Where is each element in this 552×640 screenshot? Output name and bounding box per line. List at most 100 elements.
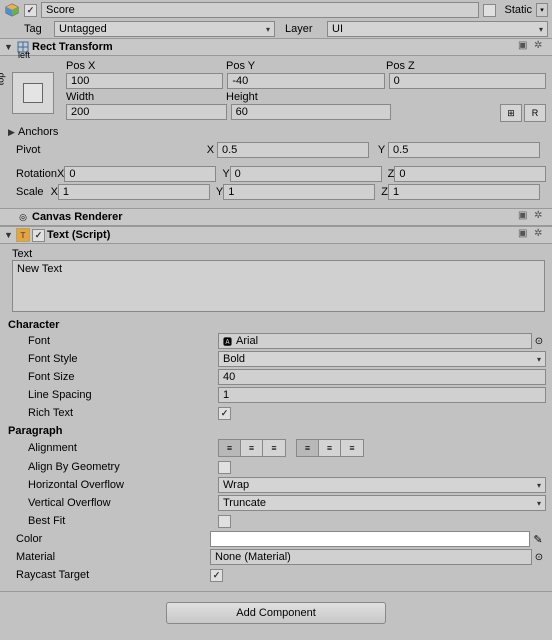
align-by-geo-checkbox[interactable] xyxy=(218,461,231,474)
pivot-label: Pivot xyxy=(8,144,204,156)
text-field-label: Text xyxy=(8,248,546,260)
tag-label: Tag xyxy=(24,23,50,35)
raycast-checkbox[interactable] xyxy=(210,569,223,582)
text-component-body: Text Character Font 🅰Arial ⊙ Font Style … xyxy=(0,244,552,591)
rich-text-label: Rich Text xyxy=(8,407,218,419)
anchors-label: Anchors xyxy=(18,126,58,138)
pivot-y-field[interactable] xyxy=(388,142,540,158)
h-overflow-label: Horizontal Overflow xyxy=(8,479,218,491)
posz-field[interactable] xyxy=(389,73,546,89)
material-field[interactable]: None (Material) xyxy=(210,549,532,565)
align-by-geo-label: Align By Geometry xyxy=(8,461,218,473)
inspector-panel: Static ▾ Tag Untagged Layer UI ▼ Rect Tr… xyxy=(0,0,552,640)
align-right-button[interactable]: ≡ xyxy=(263,440,285,456)
text-component-header[interactable]: ▼ T Text (Script) ▣ ✲ xyxy=(0,226,552,244)
character-section: Character xyxy=(8,319,546,331)
v-overflow-label: Vertical Overflow xyxy=(8,497,218,509)
eyedropper-icon[interactable]: ✎ xyxy=(530,533,546,546)
font-size-field[interactable] xyxy=(218,369,546,385)
pivot-x-field[interactable] xyxy=(217,142,369,158)
blueprint-button[interactable]: ⊞ xyxy=(500,104,522,122)
rect-transform-title: Rect Transform xyxy=(32,41,516,53)
posx-field[interactable] xyxy=(66,73,223,89)
scl-z-field[interactable] xyxy=(388,184,540,200)
anchor-preset-button[interactable]: left top xyxy=(8,60,58,124)
gameobject-active-checkbox[interactable] xyxy=(24,4,37,17)
vertical-alignment-group: ≡ ≡ ≡ xyxy=(296,439,364,457)
static-checkbox[interactable] xyxy=(483,4,496,17)
scl-y-field[interactable] xyxy=(223,184,375,200)
text-component-title: Text (Script) xyxy=(47,229,516,241)
help-icon[interactable]: ▣ xyxy=(518,210,532,224)
posz-label: Pos Z xyxy=(386,60,546,72)
add-component-row: Add Component xyxy=(0,591,552,640)
help-icon[interactable]: ▣ xyxy=(518,40,532,54)
rich-text-checkbox[interactable] xyxy=(218,407,231,420)
raw-button[interactable]: R xyxy=(524,104,546,122)
line-spacing-field[interactable] xyxy=(218,387,546,403)
posy-label: Pos Y xyxy=(226,60,386,72)
help-icon[interactable]: ▣ xyxy=(518,228,532,242)
rotation-label: Rotation xyxy=(8,168,57,180)
best-fit-label: Best Fit xyxy=(8,515,218,527)
static-label: Static xyxy=(504,4,532,16)
material-label: Material xyxy=(8,551,210,563)
font-style-dropdown[interactable]: Bold xyxy=(218,351,546,367)
align-middle-button[interactable]: ≡ xyxy=(319,440,341,456)
text-component-icon: T xyxy=(16,228,30,242)
layer-label: Layer xyxy=(285,23,323,35)
alignment-label: Alignment xyxy=(8,442,218,454)
foldout-icon[interactable]: ▼ xyxy=(4,42,14,52)
color-label: Color xyxy=(8,533,210,545)
h-overflow-dropdown[interactable]: Wrap xyxy=(218,477,546,493)
align-bottom-button[interactable]: ≡ xyxy=(341,440,363,456)
paragraph-section: Paragraph xyxy=(8,425,546,437)
foldout-icon[interactable]: ▼ xyxy=(4,230,14,240)
height-label: Height xyxy=(226,91,386,103)
height-field[interactable] xyxy=(231,104,392,120)
width-field[interactable] xyxy=(66,104,227,120)
rot-x-field[interactable] xyxy=(64,166,216,182)
canvas-renderer-title: Canvas Renderer xyxy=(32,211,516,223)
posx-label: Pos X xyxy=(66,60,226,72)
static-dropdown-arrow[interactable]: ▾ xyxy=(536,3,548,17)
gameobject-icon xyxy=(4,2,20,18)
gameobject-name-field[interactable] xyxy=(41,2,479,18)
font-field[interactable]: 🅰Arial xyxy=(218,333,532,349)
anchor-top-label: top xyxy=(0,73,5,86)
horizontal-alignment-group: ≡ ≡ ≡ xyxy=(218,439,286,457)
color-field[interactable] xyxy=(210,531,530,547)
scale-label: Scale xyxy=(8,186,51,198)
tag-layer-row: Tag Untagged Layer UI xyxy=(0,20,552,38)
posy-field[interactable] xyxy=(227,73,384,89)
rect-transform-header[interactable]: ▼ Rect Transform ▣ ✲ xyxy=(0,38,552,56)
anchor-left-label: left xyxy=(18,50,30,60)
align-top-button[interactable]: ≡ xyxy=(297,440,319,456)
rot-z-field[interactable] xyxy=(394,166,546,182)
align-center-button[interactable]: ≡ xyxy=(241,440,263,456)
gear-icon[interactable]: ✲ xyxy=(534,40,548,54)
gear-icon[interactable]: ✲ xyxy=(534,228,548,242)
rot-y-field[interactable] xyxy=(230,166,382,182)
material-picker-icon[interactable]: ⊙ xyxy=(532,552,546,563)
font-size-label: Font Size xyxy=(8,371,218,383)
scl-x-field[interactable] xyxy=(58,184,210,200)
align-left-button[interactable]: ≡ xyxy=(219,440,241,456)
best-fit-checkbox[interactable] xyxy=(218,515,231,528)
gameobject-header: Static ▾ xyxy=(0,0,552,20)
width-label: Width xyxy=(66,91,226,103)
canvas-renderer-header[interactable]: ▼ ◎ Canvas Renderer ▣ ✲ xyxy=(0,208,552,226)
font-label: Font xyxy=(8,335,218,347)
add-component-button[interactable]: Add Component xyxy=(166,602,386,624)
gear-icon[interactable]: ✲ xyxy=(534,210,548,224)
anchors-foldout-icon[interactable]: ▶ xyxy=(8,127,18,138)
text-field[interactable] xyxy=(12,260,545,312)
font-picker-icon[interactable]: ⊙ xyxy=(532,336,546,347)
v-overflow-dropdown[interactable]: Truncate xyxy=(218,495,546,511)
layer-dropdown[interactable]: UI xyxy=(327,21,548,37)
canvas-renderer-icon: ◎ xyxy=(16,210,30,224)
tag-dropdown[interactable]: Untagged xyxy=(54,21,275,37)
font-style-label: Font Style xyxy=(8,353,218,365)
line-spacing-label: Line Spacing xyxy=(8,389,218,401)
text-enabled-checkbox[interactable] xyxy=(32,229,45,242)
